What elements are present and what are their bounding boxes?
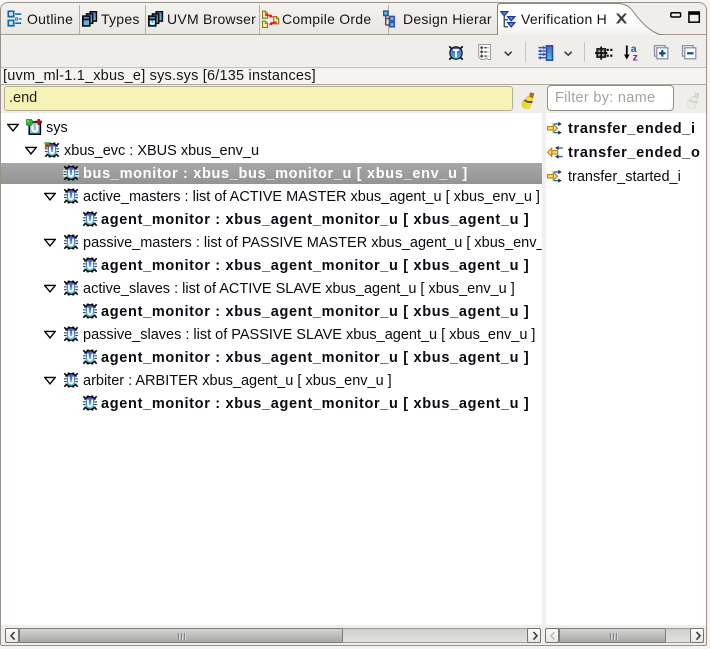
svg-text:z: z xyxy=(633,52,638,62)
